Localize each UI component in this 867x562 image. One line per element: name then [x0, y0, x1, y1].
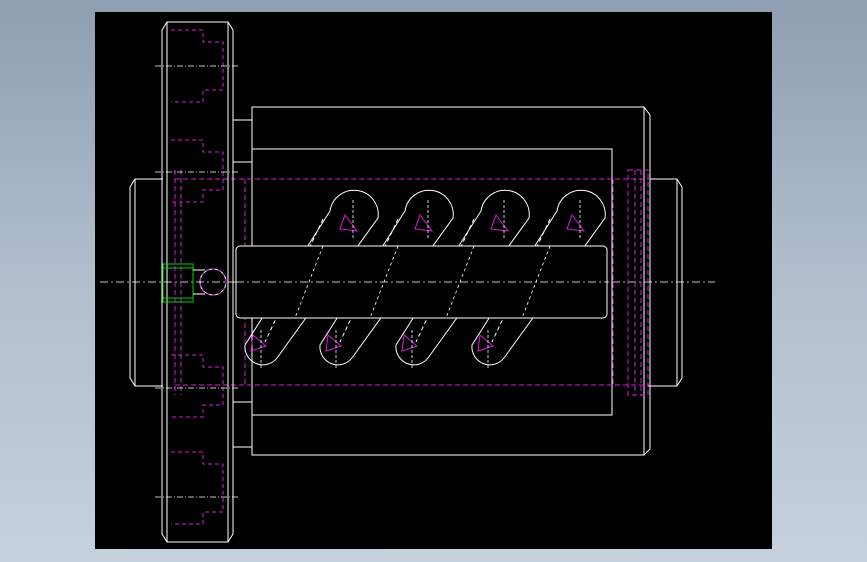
- set-screw: [162, 263, 227, 303]
- flange-bolt-holes: [171, 29, 224, 525]
- left-shaft-stub: [129, 178, 163, 387]
- right-shaft-stub: [648, 178, 683, 387]
- cad-viewport[interactable]: [95, 12, 772, 549]
- ball-screw-nut-drawing: [100, 21, 715, 543]
- flange-hole-centerlines: [155, 65, 240, 498]
